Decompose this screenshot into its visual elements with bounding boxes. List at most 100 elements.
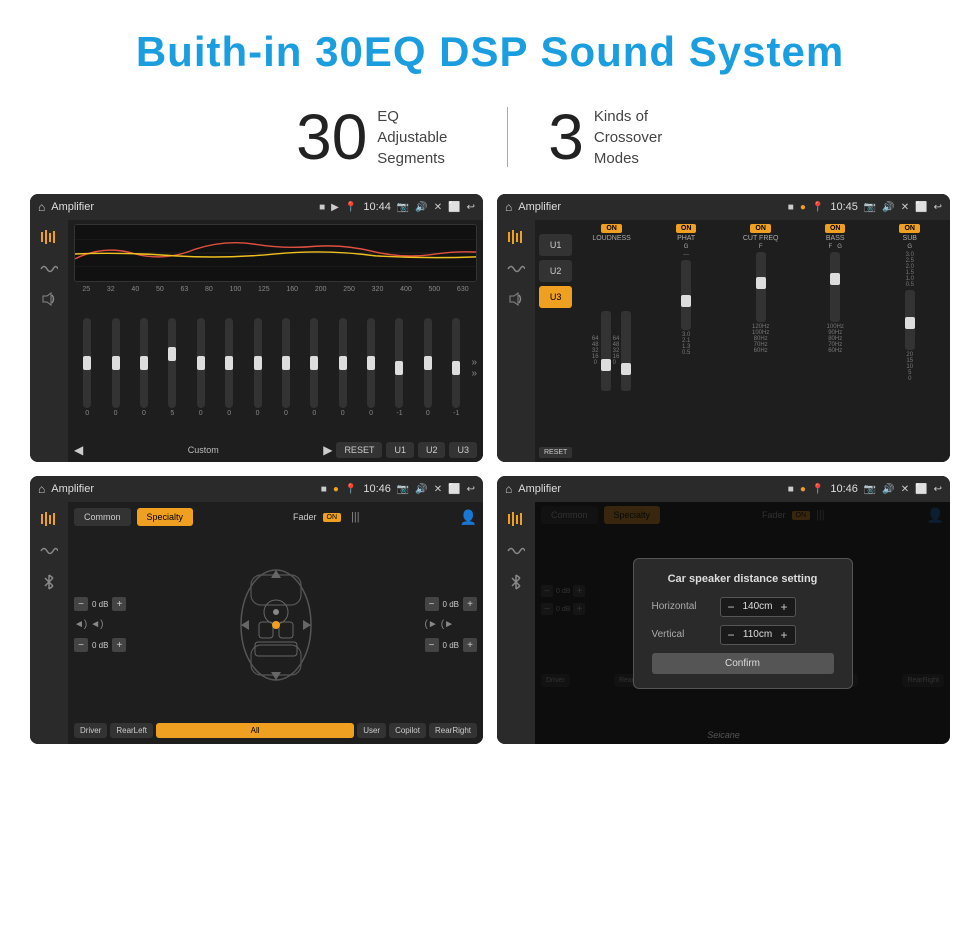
confirm-button[interactable]: Confirm	[652, 653, 834, 674]
window-icon-2[interactable]: ⬜	[915, 202, 927, 213]
slider-track-7[interactable]	[254, 318, 262, 408]
dialog-title: Car speaker distance setting	[652, 573, 834, 585]
copilot-btn-3[interactable]: Copilot	[389, 723, 426, 738]
bt-icon-3[interactable]	[42, 574, 56, 590]
speaker-icon-2[interactable]	[508, 292, 524, 306]
cutfreq-slider[interactable]	[756, 252, 766, 322]
close-icon-1[interactable]: ✕	[434, 202, 442, 213]
volume-icon-4[interactable]: 🔊	[882, 484, 894, 495]
horizontal-minus[interactable]: −	[725, 600, 738, 614]
u1-preset[interactable]: U1	[539, 234, 572, 256]
reset-btn-2[interactable]: RESET	[539, 447, 572, 458]
back-icon-4[interactable]: ↩	[934, 484, 942, 495]
minus-rr[interactable]: −	[425, 638, 439, 652]
prev-icon-1[interactable]: ◀	[74, 443, 83, 457]
slider-track-12[interactable]	[395, 318, 403, 408]
common-tab-3[interactable]: Common	[74, 508, 131, 526]
u2-preset[interactable]: U2	[539, 260, 572, 282]
speaker-icon[interactable]	[41, 292, 57, 306]
all-btn-3[interactable]: All	[156, 723, 354, 738]
rearright-btn-3[interactable]: RearRight	[429, 723, 477, 738]
wave-icon-2[interactable]	[507, 262, 525, 276]
plus-fr[interactable]: +	[463, 597, 477, 611]
eq-icon-4[interactable]	[507, 510, 525, 528]
slider-track-11[interactable]	[367, 318, 375, 408]
wave-icon-3[interactable]	[40, 544, 58, 558]
close-icon-2[interactable]: ✕	[901, 202, 909, 213]
loudness-slider-2[interactable]	[621, 311, 631, 391]
slider-track-1[interactable]	[83, 318, 91, 408]
status-bar-1: ⌂ Amplifier ■ ▶ 📍 10:44 📷 🔊 ✕ ⬜ ↩	[30, 194, 483, 220]
volume-icon-3[interactable]: 🔊	[415, 484, 427, 495]
slider-track-2[interactable]	[112, 318, 120, 408]
speaker-icon-rl: ◄)	[90, 619, 103, 630]
vertical-plus[interactable]: +	[778, 628, 791, 642]
slider-track-5[interactable]	[197, 318, 205, 408]
amplifier-title-3: Amplifier	[51, 483, 315, 495]
slider-track-3[interactable]	[140, 318, 148, 408]
window-icon-3[interactable]: ⬜	[448, 484, 460, 495]
sub-toggle[interactable]: ON	[899, 224, 920, 233]
u1-btn-1[interactable]: U1	[386, 442, 414, 458]
plus-fl[interactable]: +	[112, 597, 126, 611]
vertical-minus[interactable]: −	[725, 628, 738, 642]
slider-track-9[interactable]	[310, 318, 318, 408]
rearleft-btn-3[interactable]: RearLeft	[110, 723, 153, 738]
home-icon-2[interactable]: ⌂	[505, 200, 512, 214]
minus-fr[interactable]: −	[425, 597, 439, 611]
plus-rl[interactable]: +	[112, 638, 126, 652]
next-icon-1[interactable]: ▶	[323, 443, 332, 457]
home-icon-1[interactable]: ⌂	[38, 200, 45, 214]
eq-icon-2[interactable]	[507, 228, 525, 246]
next-arrows[interactable]: » »	[471, 357, 477, 379]
window-icon-4[interactable]: ⬜	[915, 484, 927, 495]
back-icon-1[interactable]: ↩	[467, 202, 475, 213]
driver-btn-3[interactable]: Driver	[74, 723, 107, 738]
slider-track-6[interactable]	[225, 318, 233, 408]
horizontal-row: Horizontal − 140cm +	[652, 597, 834, 617]
bass-toggle[interactable]: ON	[825, 224, 846, 233]
window-icon-1[interactable]: ⬜	[448, 202, 460, 213]
back-icon-3[interactable]: ↩	[467, 484, 475, 495]
volume-icon-1[interactable]: 🔊	[415, 202, 427, 213]
eq-icon[interactable]	[40, 228, 58, 246]
status-bar-4: ⌂ Amplifier ■ ● 📍 10:46 📷 🔊 ✕ ⬜ ↩	[497, 476, 950, 502]
u3-btn-1[interactable]: U3	[449, 442, 477, 458]
u3-preset[interactable]: U3	[539, 286, 572, 308]
home-icon-3[interactable]: ⌂	[38, 482, 45, 496]
close-icon-3[interactable]: ✕	[434, 484, 442, 495]
bass-slider-f[interactable]	[830, 252, 840, 322]
plus-rr[interactable]: +	[463, 638, 477, 652]
volume-icon-2[interactable]: 🔊	[882, 202, 894, 213]
specialty-tab-3[interactable]: Specialty	[137, 508, 194, 526]
slider-track-13[interactable]	[424, 318, 432, 408]
back-icon-2[interactable]: ↩	[934, 202, 942, 213]
home-icon-4[interactable]: ⌂	[505, 482, 512, 496]
slider-track-10[interactable]	[339, 318, 347, 408]
fader-toggle-3[interactable]: ON	[323, 513, 342, 522]
phat-slider[interactable]	[681, 260, 691, 330]
slider-track-8[interactable]	[282, 318, 290, 408]
wave-icon[interactable]	[40, 262, 58, 276]
bt-icon-4[interactable]	[509, 574, 523, 590]
sub-section: ON SUB G 3.0 2.5 2.0 1.5 1.0 0.5	[873, 224, 946, 458]
minus-fl[interactable]: −	[74, 597, 88, 611]
wave-icon-4[interactable]	[507, 544, 525, 558]
phat-toggle[interactable]: ON	[676, 224, 697, 233]
loudness-toggle[interactable]: ON	[601, 224, 622, 233]
u2-btn-1[interactable]: U2	[418, 442, 446, 458]
horizontal-plus[interactable]: +	[778, 600, 791, 614]
sub-slider[interactable]	[905, 290, 915, 350]
loudness-slider[interactable]	[601, 311, 611, 391]
eq-icon-3[interactable]	[40, 510, 58, 528]
close-icon-4[interactable]: ✕	[901, 484, 909, 495]
fader-control-icon[interactable]: |||	[351, 511, 360, 523]
reset-btn-1[interactable]: RESET	[336, 442, 382, 458]
user-btn-3[interactable]: User	[357, 723, 386, 738]
minus-rl[interactable]: −	[74, 638, 88, 652]
slider-col-4: 5	[159, 318, 185, 417]
cutfreq-toggle[interactable]: ON	[750, 224, 771, 233]
db-control-rr: − 0 dB +	[425, 638, 477, 652]
slider-track-14[interactable]	[452, 318, 460, 408]
slider-track-4[interactable]	[168, 318, 176, 408]
